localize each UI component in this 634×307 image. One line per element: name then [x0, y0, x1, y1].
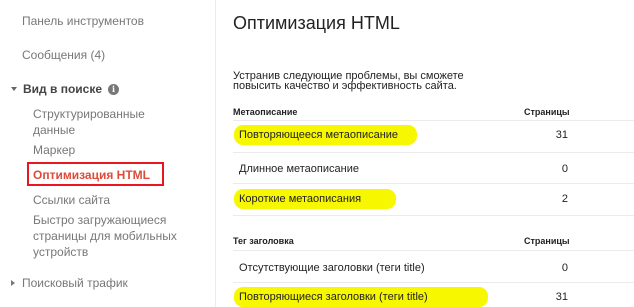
table-header-pages: Страницы [524, 236, 570, 246]
sidebar-item-structured-data-line2[interactable]: данные [33, 122, 75, 138]
page-description: Устранив следующие проблемы, вы сможете … [233, 71, 593, 92]
divider [233, 282, 634, 283]
divider [233, 120, 634, 121]
description-line: повысить качество и эффективность сайта. [233, 80, 457, 92]
chevron-down-icon [11, 87, 17, 91]
table-row-value: 0 [561, 262, 568, 274]
sidebar-item-marker[interactable]: Маркер [33, 142, 75, 158]
sidebar-section-label: Вид в поиске [23, 82, 103, 96]
table-row-value: 31 [555, 291, 568, 303]
table-header-pages: Страницы [524, 107, 570, 117]
sidebar-item-amp-line1[interactable]: Быстро загружающиеся [33, 212, 166, 228]
sidebar-section-search-view[interactable]: Вид в поиске i [11, 82, 120, 96]
divider [233, 215, 634, 216]
table-row-label[interactable]: Длинное метаописание [239, 163, 359, 175]
table-header-meta: Метаописание [233, 107, 298, 117]
sidebar-item-sitelinks[interactable]: Ссылки сайта [33, 192, 110, 208]
chevron-right-icon [11, 280, 15, 286]
page: Панель инструментов Сообщения (4) Вид в … [0, 0, 634, 307]
sidebar-item-amp-line3[interactable]: устройств [33, 244, 88, 260]
sidebar-item-structured-data-line1[interactable]: Структурированные [33, 106, 145, 122]
sidebar: Панель инструментов Сообщения (4) Вид в … [0, 0, 212, 307]
sidebar-item-amp-line2[interactable]: страницы для мобильных [33, 228, 177, 244]
table-row-label[interactable]: Повторяющиеся заголовки (теги title) [239, 291, 428, 303]
table-header-title-tag: Тег заголовка [233, 236, 294, 246]
sidebar-item-dashboard[interactable]: Панель инструментов [22, 14, 144, 28]
table-row-label[interactable]: Отсутствующие заголовки (теги title) [239, 262, 425, 274]
table-row-label[interactable]: Короткие метаописания [239, 193, 361, 205]
sidebar-item-search-traffic[interactable]: Поисковый трафик [11, 276, 128, 290]
sidebar-item-messages[interactable]: Сообщения (4) [22, 48, 105, 62]
table-row-label[interactable]: Повторяющееся метаописание [239, 129, 398, 141]
table-row-value: 0 [561, 163, 568, 175]
table-row-value: 31 [555, 129, 568, 141]
page-title: Оптимизация HTML [233, 13, 400, 33]
sidebar-item-html-improvements[interactable]: Оптимизация HTML [33, 168, 150, 182]
sidebar-item-label: Поисковый трафик [22, 276, 128, 290]
sidebar-divider [215, 0, 216, 307]
table-row-value: 2 [561, 193, 568, 205]
divider [233, 183, 634, 184]
divider [233, 152, 634, 153]
divider [233, 250, 634, 251]
info-icon[interactable]: i [108, 84, 120, 95]
